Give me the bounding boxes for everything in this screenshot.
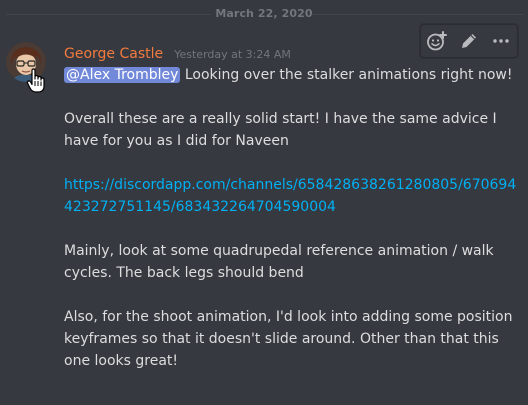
message-paragraph: @Alex Trombley Looking over the stalker … — [64, 64, 519, 86]
add-reaction-icon — [427, 31, 447, 51]
message-paragraph: https://discordapp.com/channels/65842863… — [64, 174, 519, 218]
message-paragraph: Mainly, look at some quadrupedal referen… — [64, 243, 494, 281]
message-hover-toolbar — [420, 24, 518, 58]
message-paragraph: Overall these are a really solid start! … — [64, 111, 497, 149]
author-name[interactable]: George Castle — [64, 46, 163, 62]
edit-button[interactable] — [455, 27, 483, 55]
message-text: Looking over the stalker animations righ… — [180, 67, 513, 83]
message-paragraph: Also, for the shoot animation, I'd look … — [64, 309, 513, 369]
channel-link[interactable]: https://discordapp.com/channels/65842863… — [64, 177, 516, 215]
hand-cursor-icon — [26, 68, 45, 93]
add-reaction-button[interactable] — [423, 27, 451, 55]
message-content: @Alex Trombley Looking over the stalker … — [64, 64, 519, 372]
divider-line-right — [312, 14, 524, 15]
more-options-button[interactable] — [487, 27, 515, 55]
message-header: George Castle Yesterday at 3:24 AM — [64, 43, 291, 63]
message-timestamp: Yesterday at 3:24 AM — [174, 48, 291, 61]
edit-pencil-icon — [462, 34, 476, 48]
chat-view: March 22, 2020 George Castle Yesterday a… — [0, 0, 528, 405]
date-divider: March 22, 2020 — [0, 6, 528, 22]
user-mention[interactable]: @Alex Trombley — [64, 67, 181, 83]
more-options-icon — [493, 39, 509, 43]
